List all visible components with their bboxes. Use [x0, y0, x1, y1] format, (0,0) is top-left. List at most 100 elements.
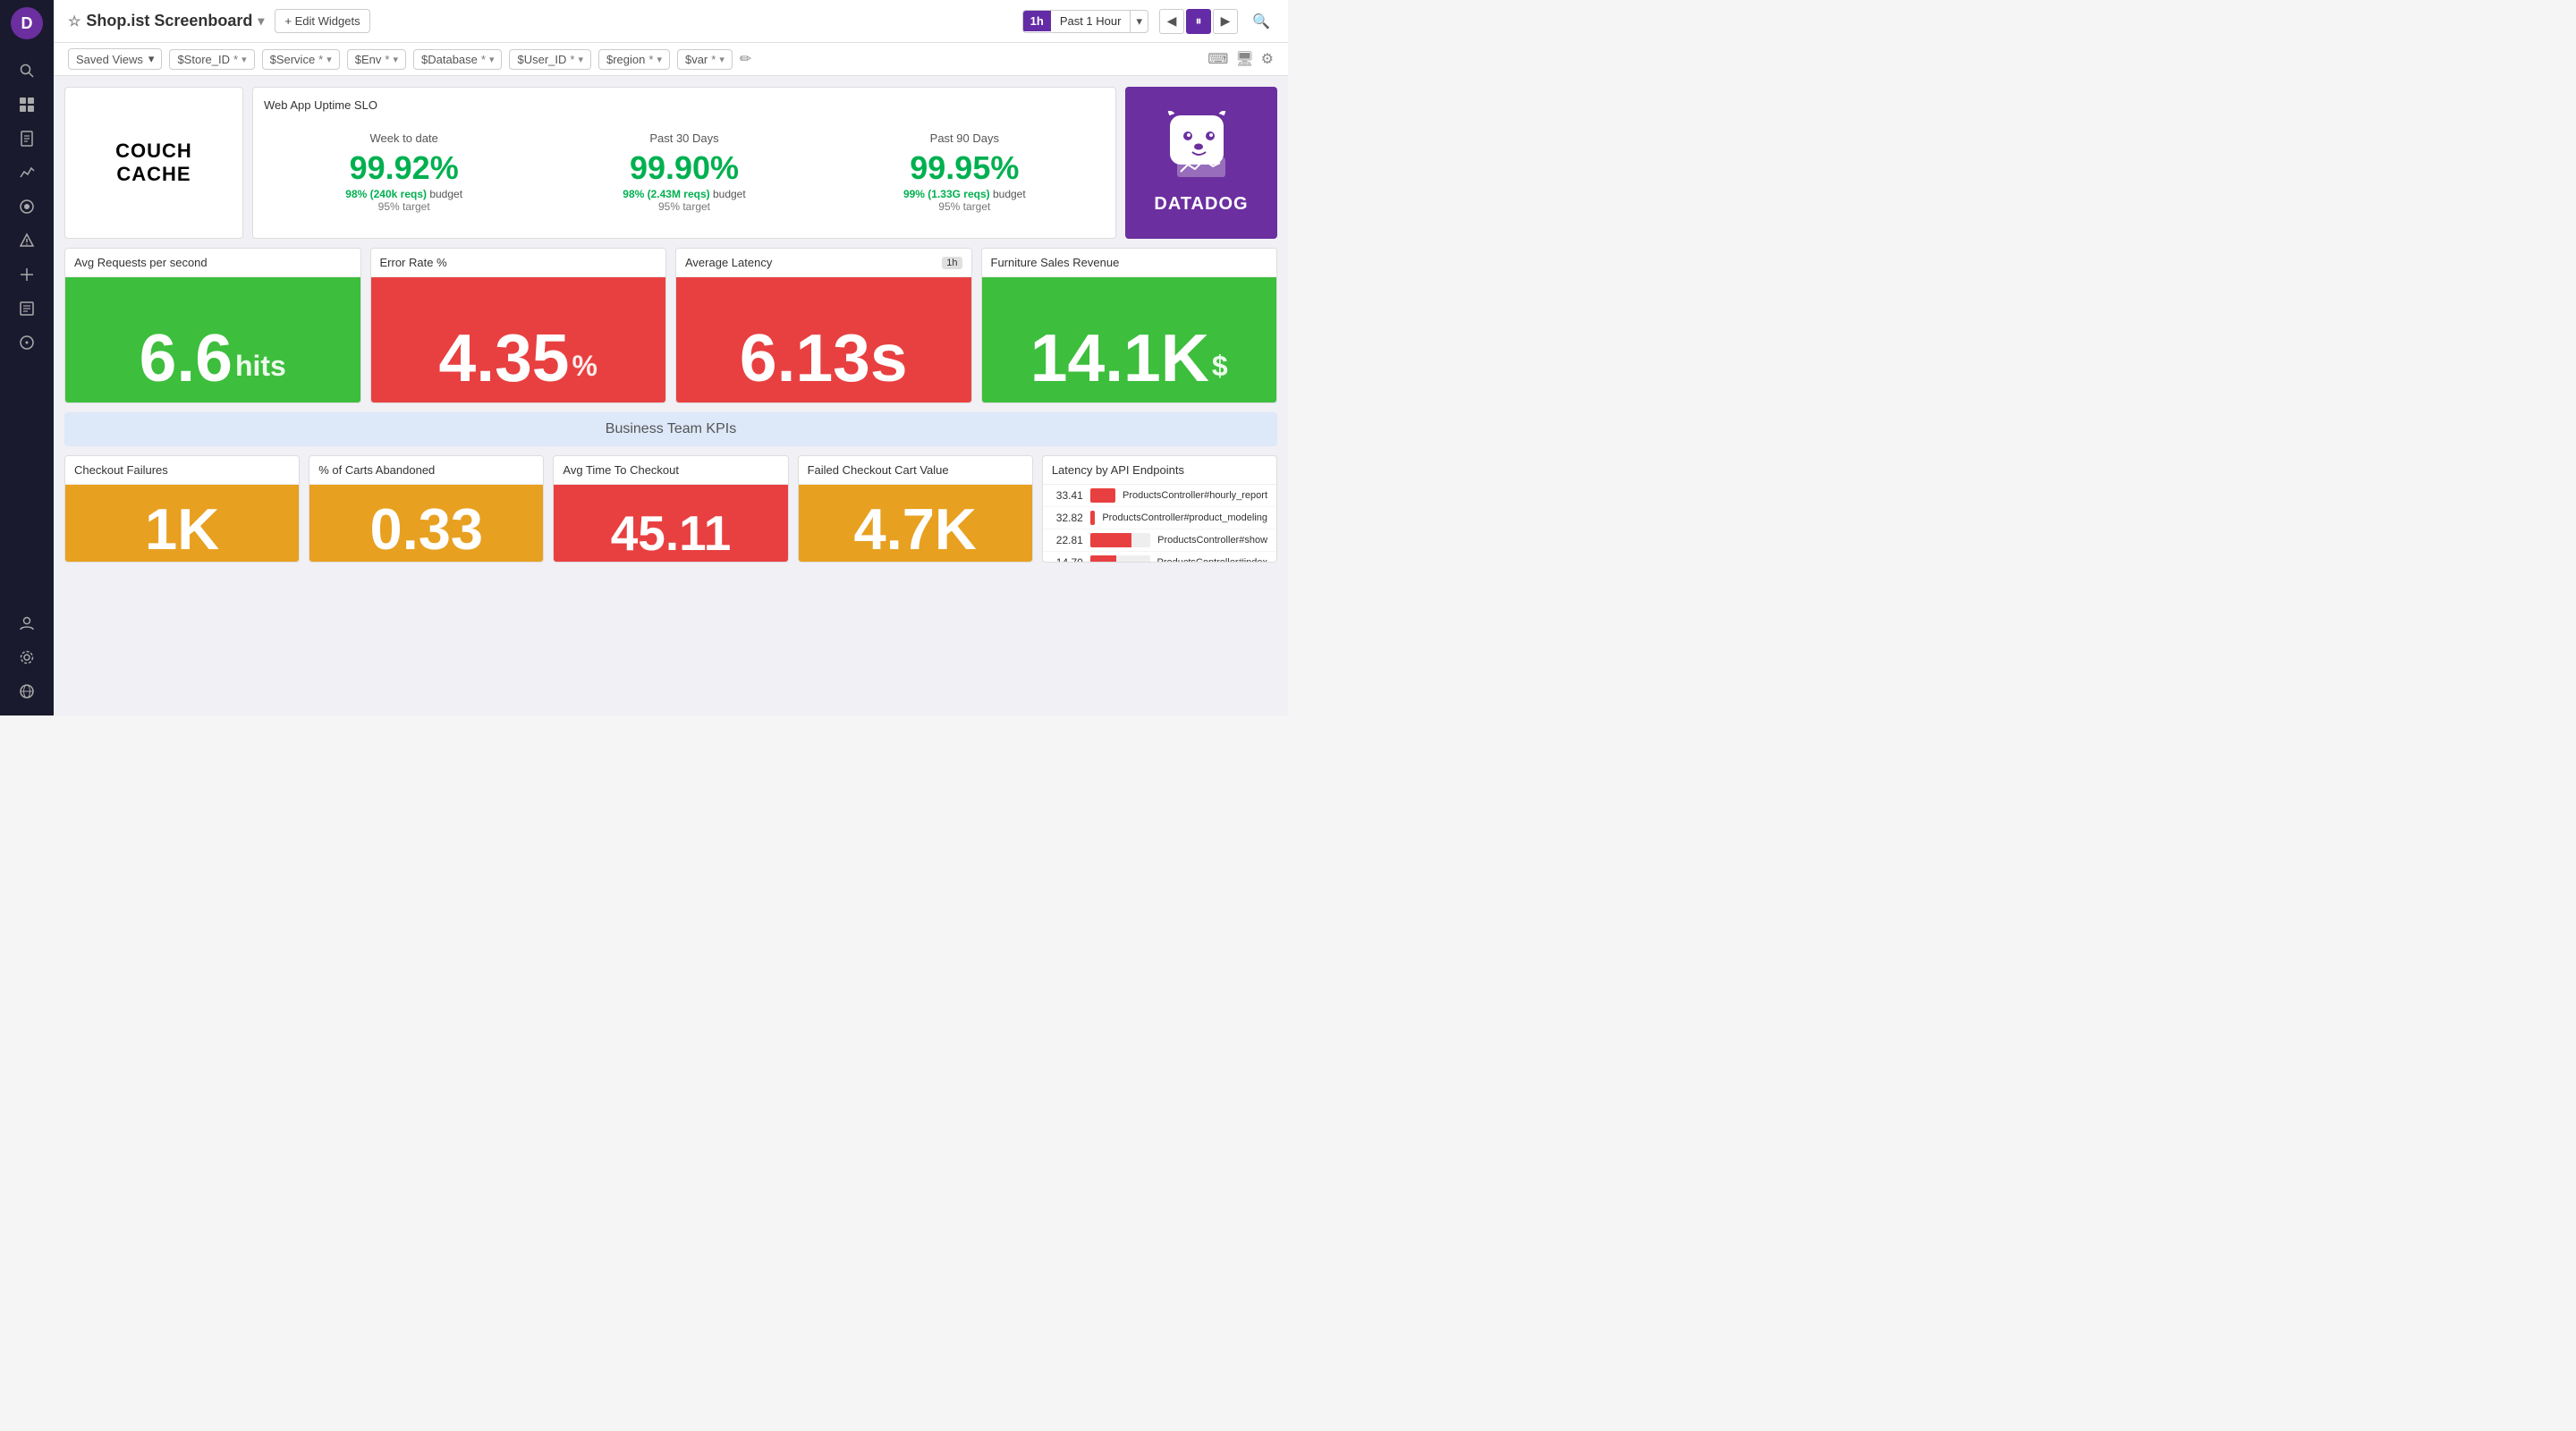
sidebar-item-settings[interactable]: [13, 643, 41, 672]
latency-val-0: 33.41: [1052, 489, 1083, 502]
time-selector[interactable]: 1h Past 1 Hour ▾: [1022, 10, 1148, 33]
kpi-error-rate: Error Rate % 4.35 %: [370, 248, 667, 403]
filter-user-id[interactable]: $User_ID * ▾: [509, 49, 591, 70]
filter-database-label: $Database: [421, 53, 478, 66]
filter-var[interactable]: $var * ▾: [677, 49, 733, 70]
row-1: COUCH CACHE Web App Uptime SLO Week to d…: [64, 87, 1277, 239]
kpi-carts-abandoned-title: % of Carts Abandoned: [309, 456, 543, 485]
latency-label-2: ProductsController#show: [1157, 535, 1267, 546]
slo-grid: Week to date 99.92% 98% (240k reqs) budg…: [264, 117, 1105, 227]
slo-col-week: Week to date 99.92% 98% (240k reqs) budg…: [264, 124, 544, 220]
slo-period-90d: Past 90 Days: [832, 131, 1097, 145]
kpi-avg-requests-value: 6.6: [140, 325, 233, 392]
slo-budget-week-pct: 98% (240k reqs): [345, 188, 427, 200]
latency-val-3: 14.70: [1052, 556, 1083, 563]
sidebar-item-metrics[interactable]: [13, 158, 41, 187]
filter-env-value: *: [385, 53, 389, 66]
kpi-failed-checkout: Failed Checkout Cart Value 4.7K: [798, 455, 1033, 563]
sidebar-item-globe[interactable]: [13, 677, 41, 706]
slo-target-week: 95% target: [271, 200, 537, 213]
slo-budget-90d: 99% (1.33G reqs) budget: [832, 188, 1097, 200]
sidebar-item-logs[interactable]: [13, 294, 41, 323]
kpi-error-rate-unit: %: [572, 350, 597, 383]
slo-period-30d: Past 30 Days: [551, 131, 817, 145]
kpi-avg-time-checkout-value: 45.11: [611, 509, 732, 558]
latency-bar-bg-1: [1090, 511, 1096, 525]
filter-service[interactable]: $Service * ▾: [262, 49, 340, 70]
time-badge: 1h: [1023, 11, 1051, 31]
filter-env[interactable]: $Env * ▾: [347, 49, 406, 70]
sidebar-item-alerts[interactable]: [13, 226, 41, 255]
svg-text:D: D: [21, 14, 33, 32]
sidebar-item-integrations[interactable]: [13, 260, 41, 289]
nav-back-button[interactable]: ◀: [1159, 9, 1184, 34]
kpi-error-rate-title: Error Rate %: [371, 249, 666, 277]
sidebar-item-dashboard[interactable]: [13, 90, 41, 119]
kpi-carts-abandoned-value: 0.33: [370, 500, 484, 558]
kpi-furniture-revenue-body: 14.1K $: [982, 277, 1277, 402]
filter-region[interactable]: $region * ▾: [598, 49, 670, 70]
datadog-widget: DATADOG: [1125, 87, 1277, 239]
sidebar-item-monitors[interactable]: [13, 328, 41, 357]
favorite-star-icon[interactable]: ☆: [68, 13, 80, 30]
filter-store-id-value: *: [233, 53, 238, 66]
kpi-avg-requests-body: 6.6 hits: [65, 277, 360, 402]
sidebar-item-users[interactable]: [13, 609, 41, 638]
filter-database[interactable]: $Database * ▾: [413, 49, 502, 70]
filter-service-chevron-icon: ▾: [326, 54, 332, 65]
row-3-bottom-kpi: Checkout Failures 1K % of Carts Abandone…: [64, 455, 1277, 563]
filter-region-value: *: [648, 53, 653, 66]
filter-store-id[interactable]: $Store_ID * ▾: [169, 49, 254, 70]
edit-widgets-button[interactable]: + Edit Widgets: [275, 9, 369, 33]
slo-target-90d: 95% target: [832, 200, 1097, 213]
brand-text: COUCH CACHE: [76, 140, 232, 186]
latency-row-2: 22.81 ProductsController#show: [1043, 529, 1276, 552]
filter-region-label: $region: [606, 53, 645, 66]
kpi-furniture-revenue-unit: $: [1212, 350, 1228, 383]
nav-pause-button[interactable]: ⏸: [1186, 9, 1211, 34]
latency-widget-title: Latency by API Endpoints: [1043, 456, 1276, 485]
filter-var-label: $var: [685, 53, 708, 66]
slo-widget-title: Web App Uptime SLO: [264, 98, 1105, 112]
kpi-avg-requests-unit: hits: [235, 350, 286, 383]
dashboard-area: COUCH CACHE Web App Uptime SLO Week to d…: [54, 76, 1288, 716]
filter-user-id-label: $User_ID: [517, 53, 566, 66]
nav-arrows: ◀ ⏸ ▶: [1159, 9, 1238, 34]
kpi-avg-time-checkout-body: 45.11: [554, 485, 787, 563]
topbar: ☆ Shop.ist Screenboard ▾ + Edit Widgets …: [54, 0, 1288, 43]
sidebar-item-notebook[interactable]: [13, 124, 41, 153]
edit-filters-icon[interactable]: ✏: [740, 50, 751, 68]
kpi-furniture-revenue: Furniture Sales Revenue 14.1K $: [981, 248, 1278, 403]
kpi-failed-checkout-body: 4.7K: [799, 485, 1032, 563]
latency-rows: 33.41 ProductsController#hourly_report 3…: [1043, 485, 1276, 563]
filter-store-id-chevron-icon: ▾: [242, 54, 247, 65]
kpi-checkout-failures-title: Checkout Failures: [65, 456, 299, 485]
latency-label-3: ProductsController#index: [1157, 557, 1268, 563]
filterbar: Saved Views ▾ $Store_ID * ▾ $Service * ▾…: [54, 43, 1288, 76]
sidebar-item-search[interactable]: [13, 56, 41, 85]
sidebar-logo[interactable]: D: [11, 7, 43, 39]
saved-views-chevron-icon: ▾: [148, 52, 155, 66]
slo-period-week: Week to date: [271, 131, 537, 145]
slo-col-30d: Past 30 Days 99.90% 98% (2.43M reqs) bud…: [544, 124, 824, 220]
search-button[interactable]: 🔍: [1249, 9, 1274, 34]
latency-bar-0: [1090, 488, 1115, 503]
latency-bar-bg-3: [1090, 555, 1150, 563]
keyboard-icon[interactable]: ⌨: [1208, 50, 1228, 68]
latency-label-0: ProductsController#hourly_report: [1123, 490, 1267, 501]
latency-bar-1: [1090, 511, 1095, 525]
sidebar-item-apm[interactable]: [13, 192, 41, 221]
filter-user-id-value: *: [570, 53, 574, 66]
time-chevron-icon[interactable]: ▾: [1130, 11, 1148, 32]
title-chevron-icon[interactable]: ▾: [258, 13, 264, 29]
main-content: ☆ Shop.ist Screenboard ▾ + Edit Widgets …: [54, 0, 1288, 716]
filter-database-value: *: [481, 53, 486, 66]
display-icon[interactable]: 🖥: [1235, 50, 1253, 68]
kpi-furniture-revenue-value: 14.1K: [1030, 325, 1209, 392]
nav-forward-button[interactable]: ▶: [1213, 9, 1238, 34]
latency-label-1: ProductsController#product_modeling: [1102, 512, 1267, 523]
saved-views-dropdown[interactable]: Saved Views ▾: [68, 48, 162, 70]
business-kpis-header: Business Team KPIs: [64, 412, 1277, 446]
kpi-avg-requests: Avg Requests per second 6.6 hits: [64, 248, 361, 403]
settings-icon[interactable]: ⚙: [1261, 50, 1274, 68]
